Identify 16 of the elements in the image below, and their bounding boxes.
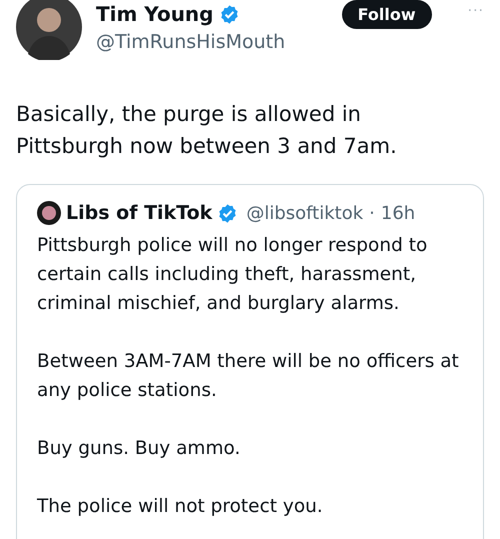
- quoted-author-name: Libs of TikTok: [66, 202, 212, 224]
- quoted-tweet-card[interactable]: [16, 184, 484, 539]
- quoted-tweet-text: The police will not protect you.: [37, 495, 324, 519]
- author-name[interactable]: Tim Young: [96, 0, 214, 28]
- separator: ·: [369, 202, 375, 224]
- quoted-tweet-text: Pittsburgh police will no longer respond to certain calls including theft, harassment, criminal mischief, and burglary alarms.: [37, 234, 428, 316]
- timestamp: 16h: [380, 202, 416, 224]
- avatar: [37, 201, 61, 225]
- follow-button[interactable]: Follow: [342, 0, 432, 29]
- quoted-author-handle: @libsoftiktok: [246, 202, 364, 224]
- author-handle[interactable]: @TimRunsHisMouth: [96, 28, 328, 56]
- quoted-tweet-text: Buy guns. Buy ammo.: [37, 437, 242, 461]
- quoted-tweet-text: Between 3AM-7AM there will be no officers at any police stations.: [37, 350, 460, 403]
- tweet-text: Basically, the purge is allowed in: [16, 101, 362, 128]
- tweet-text: Pittsburgh now between 3 and 7am.: [16, 133, 398, 160]
- avatar[interactable]: [16, 0, 82, 60]
